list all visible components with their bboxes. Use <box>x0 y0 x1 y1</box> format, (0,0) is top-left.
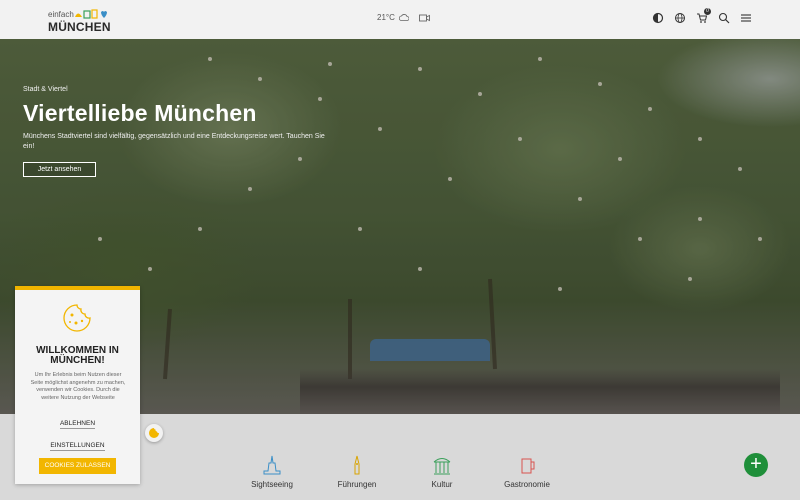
weather-widget[interactable]: 21°C <box>377 13 430 22</box>
cookie-accept-button[interactable]: COOKIES ZULASSEN <box>39 458 116 474</box>
menu-icon[interactable] <box>740 12 752 24</box>
category-label: Kultur <box>431 480 453 489</box>
cookie-settings-fab[interactable] <box>145 424 163 442</box>
site-header: einfach MÜNCHEN 21°C 0 <box>0 0 800 39</box>
hero-cta-button[interactable]: Jetzt ansehen <box>23 162 96 177</box>
cookie-icon <box>149 428 159 438</box>
add-button[interactable]: + <box>744 453 768 477</box>
logo-small-text: einfach <box>48 10 74 19</box>
cookie-text: Um Ihr Erlebnis beim Nutzen dieser Seite… <box>30 372 126 401</box>
category-label: Führungen <box>337 480 377 489</box>
hero-description: Münchens Stadtviertel sind vielfältig, g… <box>23 133 325 150</box>
logo[interactable]: einfach MÜNCHEN <box>48 8 111 34</box>
logo-marks-icon <box>75 9 107 19</box>
category-label: Sightseeing <box>251 480 293 489</box>
webcam-icon[interactable] <box>418 14 430 22</box>
category-fuehrungen[interactable]: Führungen <box>322 454 392 489</box>
weather-temperature: 21°C <box>377 13 395 22</box>
cart-icon[interactable]: 0 <box>696 8 711 24</box>
cookie-settings-label: EINSTELLUNGEN <box>50 442 105 451</box>
category-kultur[interactable]: Kultur <box>407 454 477 489</box>
gastronomie-icon <box>521 458 535 474</box>
hero-title: Viertelliebe München <box>23 100 257 126</box>
category-gastronomie[interactable]: Gastronomie <box>492 454 562 489</box>
cart-count-badge: 0 <box>704 8 711 15</box>
cookie-decline-button[interactable]: ABLEHNEN <box>15 420 140 429</box>
cookie-banner: WILLKOMMEN IN MÜNCHEN! Um Ihr Erlebnis b… <box>15 286 140 484</box>
fuehrungen-icon <box>354 455 360 475</box>
cookie-decline-label: ABLEHNEN <box>59 420 96 429</box>
cookie-icon <box>63 304 91 332</box>
category-label: Gastronomie <box>504 480 550 489</box>
cookie-settings-button[interactable]: EINSTELLUNGEN <box>15 442 140 451</box>
category-sightseeing[interactable]: Sightseeing <box>237 454 307 489</box>
logo-text: MÜNCHEN <box>48 20 111 34</box>
globe-icon[interactable] <box>674 12 686 24</box>
header-actions: 0 <box>652 8 752 24</box>
kultur-icon <box>433 458 451 475</box>
search-icon[interactable] <box>718 12 730 24</box>
sightseeing-icon <box>263 455 281 475</box>
contrast-icon[interactable] <box>652 12 664 24</box>
hero-overline: Stadt & Viertel <box>23 86 68 93</box>
cloud-icon <box>398 14 409 21</box>
cookie-title: WILLKOMMEN IN MÜNCHEN! <box>36 345 119 366</box>
